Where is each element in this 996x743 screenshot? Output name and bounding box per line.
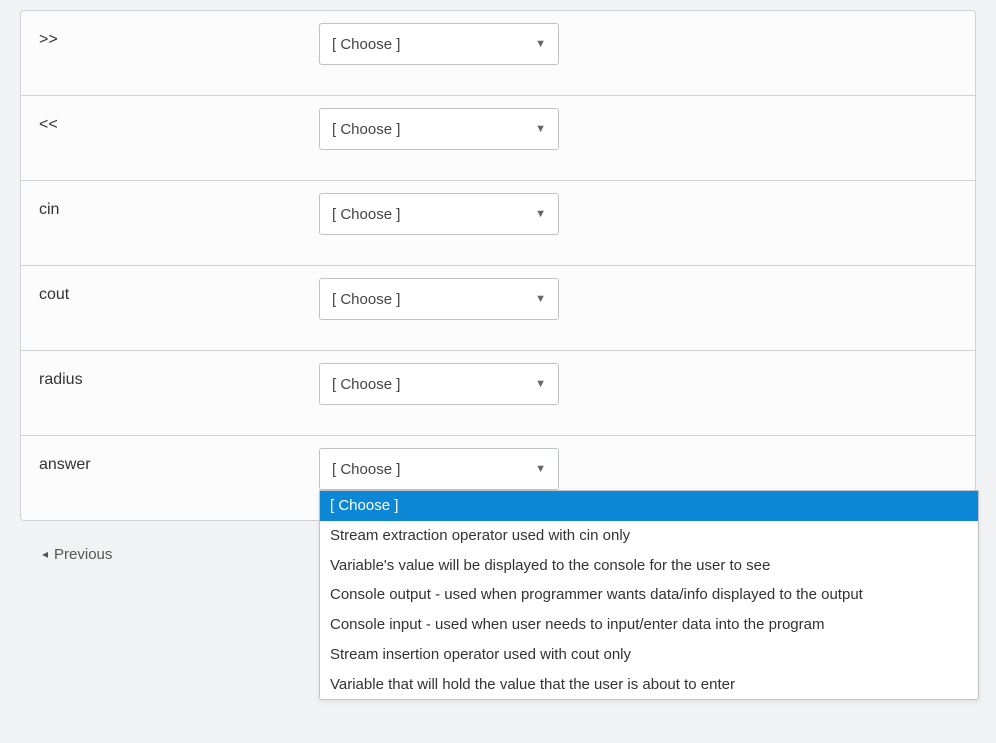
answer-select[interactable]: [ Choose ] ▼	[319, 108, 559, 150]
dropdown-option[interactable]: Variable that will hold the value that t…	[320, 670, 978, 700]
dropdown-option[interactable]: Stream insertion operator used with cout…	[320, 640, 978, 670]
dropdown-option[interactable]: Variable's value will be displayed to th…	[320, 551, 978, 581]
dropdown-panel: [ Choose ] Stream extraction operator us…	[319, 490, 979, 700]
match-row: >> [ Choose ] ▼	[21, 11, 975, 95]
chevron-down-icon: ▼	[535, 38, 546, 50]
answer-select[interactable]: [ Choose ] ▼	[319, 363, 559, 405]
answer-select[interactable]: [ Choose ] ▼	[319, 193, 559, 235]
answer-select[interactable]: [ Choose ] ▼	[319, 23, 559, 65]
select-wrap: [ Choose ] ▼	[319, 23, 559, 65]
term-label: answer	[39, 448, 319, 474]
select-wrap: [ Choose ] ▼	[319, 278, 559, 320]
match-row: << [ Choose ] ▼	[21, 95, 975, 180]
dropdown-option[interactable]: Stream extraction operator used with cin…	[320, 521, 978, 551]
select-value: [ Choose ]	[332, 291, 400, 308]
chevron-down-icon: ▼	[535, 123, 546, 135]
match-row: cout [ Choose ] ▼	[21, 265, 975, 350]
select-wrap: [ Choose ] ▼	[319, 363, 559, 405]
chevron-down-icon: ▼	[535, 378, 546, 390]
answer-select[interactable]: [ Choose ] ▼	[319, 278, 559, 320]
term-label: >>	[39, 23, 319, 49]
select-value: [ Choose ]	[332, 206, 400, 223]
dropdown-option[interactable]: Console output - used when programmer wa…	[320, 580, 978, 610]
select-value: [ Choose ]	[332, 461, 400, 478]
matching-question-container: >> [ Choose ] ▼ << [ Choose ] ▼ cin [ Ch…	[20, 10, 976, 521]
term-label: radius	[39, 363, 319, 389]
chevron-down-icon: ▼	[535, 463, 546, 475]
dropdown-option[interactable]: [ Choose ]	[320, 491, 978, 521]
select-wrap: [ Choose ] ▼	[319, 193, 559, 235]
select-value: [ Choose ]	[332, 36, 400, 53]
previous-button[interactable]: Previous	[42, 546, 112, 563]
select-wrap: [ Choose ] ▼	[319, 108, 559, 150]
dropdown-option[interactable]: Console input - used when user needs to …	[320, 610, 978, 640]
term-label: cout	[39, 278, 319, 304]
match-row: answer [ Choose ] ▼ [ Choose ] Stream ex…	[21, 435, 975, 520]
term-label: cin	[39, 193, 319, 219]
chevron-down-icon: ▼	[535, 208, 546, 220]
match-row: cin [ Choose ] ▼	[21, 180, 975, 265]
select-wrap: [ Choose ] ▼ [ Choose ] Stream extractio…	[319, 448, 559, 490]
term-label: <<	[39, 108, 319, 134]
select-value: [ Choose ]	[332, 121, 400, 138]
select-value: [ Choose ]	[332, 376, 400, 393]
answer-select-open[interactable]: [ Choose ] ▼	[319, 448, 559, 490]
chevron-down-icon: ▼	[535, 293, 546, 305]
match-row: radius [ Choose ] ▼	[21, 350, 975, 435]
